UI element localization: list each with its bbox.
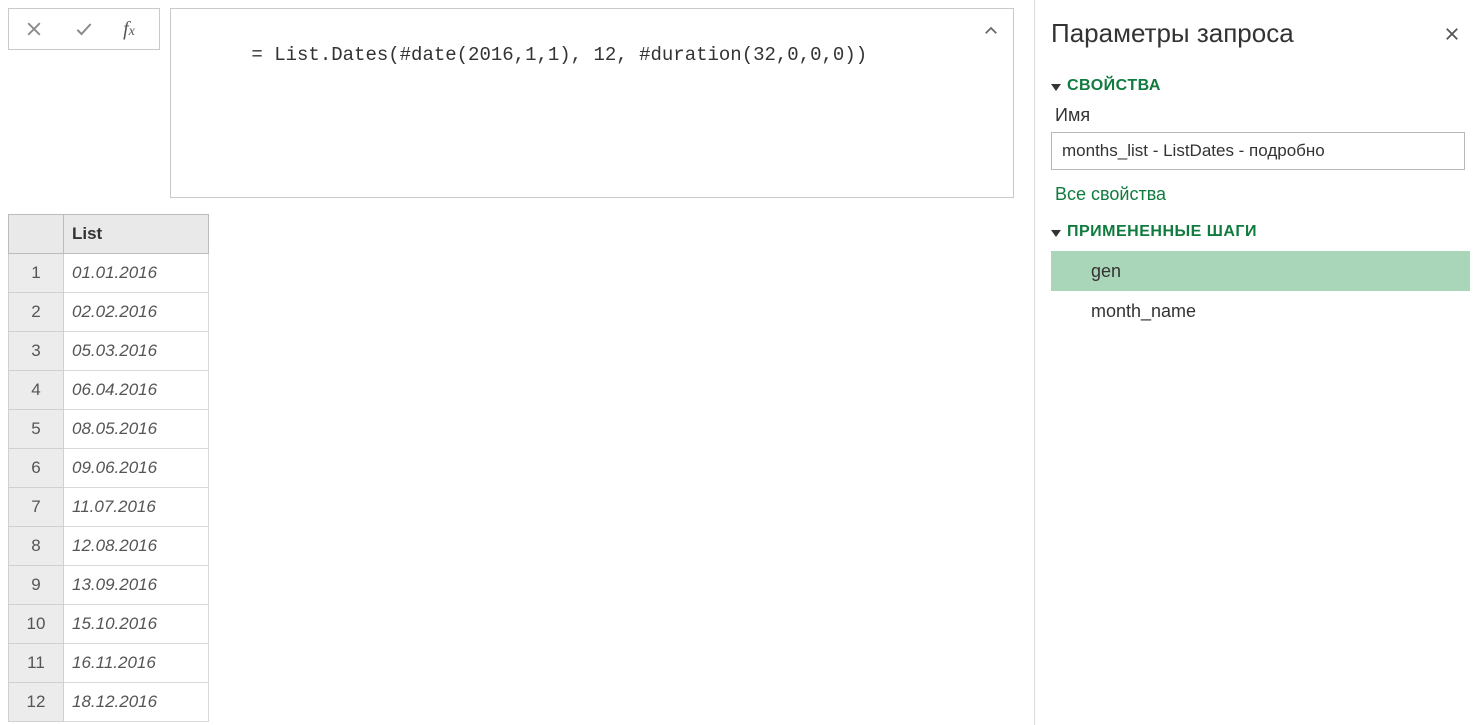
table-row[interactable]: 202.02.2016 [9, 293, 209, 332]
column-header-list[interactable]: List [64, 215, 209, 254]
formula-text: = List.Dates(#date(2016,1,1), 12, #durat… [251, 44, 867, 66]
grid-corner[interactable] [9, 215, 64, 254]
table-row[interactable]: 1116.11.2016 [9, 644, 209, 683]
column-header-label: List [72, 224, 102, 243]
row-number[interactable]: 4 [9, 371, 64, 410]
cell-value[interactable]: 05.03.2016 [64, 332, 209, 371]
query-settings-panel: Параметры запроса СВОЙСТВА Имя Все свойс… [1034, 0, 1480, 725]
chevron-down-icon [1051, 230, 1061, 237]
cancel-icon[interactable] [9, 9, 59, 49]
panel-title: Параметры запроса [1051, 18, 1294, 49]
table-row[interactable]: 1015.10.2016 [9, 605, 209, 644]
panel-header: Параметры запроса [1051, 18, 1470, 49]
steps-list: genmonth_name [1051, 251, 1470, 331]
cell-value[interactable]: 02.02.2016 [64, 293, 209, 332]
properties-section-header[interactable]: СВОЙСТВА [1051, 77, 1470, 95]
cell-value[interactable]: 16.11.2016 [64, 644, 209, 683]
formula-bar-controls: fx [8, 8, 160, 50]
applied-steps-title: ПРИМЕНЕННЫЕ ШАГИ [1067, 223, 1257, 241]
cell-value[interactable]: 09.06.2016 [64, 449, 209, 488]
table-row[interactable]: 812.08.2016 [9, 527, 209, 566]
row-number[interactable]: 3 [9, 332, 64, 371]
row-number[interactable]: 12 [9, 683, 64, 722]
row-number[interactable]: 7 [9, 488, 64, 527]
name-label: Имя [1055, 105, 1470, 126]
cell-value[interactable]: 06.04.2016 [64, 371, 209, 410]
row-number[interactable]: 10 [9, 605, 64, 644]
table-row[interactable]: 508.05.2016 [9, 410, 209, 449]
properties-section-title: СВОЙСТВА [1067, 77, 1161, 95]
row-number[interactable]: 11 [9, 644, 64, 683]
applied-steps-header[interactable]: ПРИМЕНЕННЫЕ ШАГИ [1051, 223, 1470, 241]
applied-step-item[interactable]: month_name [1051, 291, 1470, 331]
table-row[interactable]: 101.01.2016 [9, 254, 209, 293]
cell-value[interactable]: 12.08.2016 [64, 527, 209, 566]
cell-value[interactable]: 01.01.2016 [64, 254, 209, 293]
cell-value[interactable]: 08.05.2016 [64, 410, 209, 449]
formula-input[interactable]: = List.Dates(#date(2016,1,1), 12, #durat… [170, 8, 1014, 198]
all-properties-link[interactable]: Все свойства [1055, 184, 1166, 205]
accept-icon[interactable] [59, 9, 109, 49]
row-number[interactable]: 5 [9, 410, 64, 449]
row-number[interactable]: 6 [9, 449, 64, 488]
fx-icon[interactable]: fx [109, 9, 159, 49]
properties-section: СВОЙСТВА Имя Все свойства [1051, 77, 1470, 205]
cell-value[interactable]: 11.07.2016 [64, 488, 209, 527]
row-number[interactable]: 2 [9, 293, 64, 332]
chevron-down-icon [1051, 84, 1061, 91]
table-row[interactable]: 609.06.2016 [9, 449, 209, 488]
cell-value[interactable]: 15.10.2016 [64, 605, 209, 644]
applied-steps-section: ПРИМЕНЕННЫЕ ШАГИ genmonth_name [1051, 223, 1470, 331]
main-area: fx = List.Dates(#date(2016,1,1), 12, #du… [0, 0, 1022, 725]
row-number[interactable]: 9 [9, 566, 64, 605]
table-row[interactable]: 913.09.2016 [9, 566, 209, 605]
table-row[interactable]: 711.07.2016 [9, 488, 209, 527]
table-row[interactable]: 406.04.2016 [9, 371, 209, 410]
data-grid: List 101.01.2016202.02.2016305.03.201640… [8, 214, 209, 722]
cell-value[interactable]: 13.09.2016 [64, 566, 209, 605]
cell-value[interactable]: 18.12.2016 [64, 683, 209, 722]
close-icon[interactable] [1438, 20, 1466, 48]
applied-step-item[interactable]: gen [1051, 251, 1470, 291]
collapse-formula-icon[interactable] [977, 17, 1005, 45]
formula-row: fx = List.Dates(#date(2016,1,1), 12, #du… [0, 0, 1022, 198]
table-row[interactable]: 305.03.2016 [9, 332, 209, 371]
query-name-input[interactable] [1051, 132, 1465, 170]
row-number[interactable]: 1 [9, 254, 64, 293]
table-row[interactable]: 1218.12.2016 [9, 683, 209, 722]
row-number[interactable]: 8 [9, 527, 64, 566]
